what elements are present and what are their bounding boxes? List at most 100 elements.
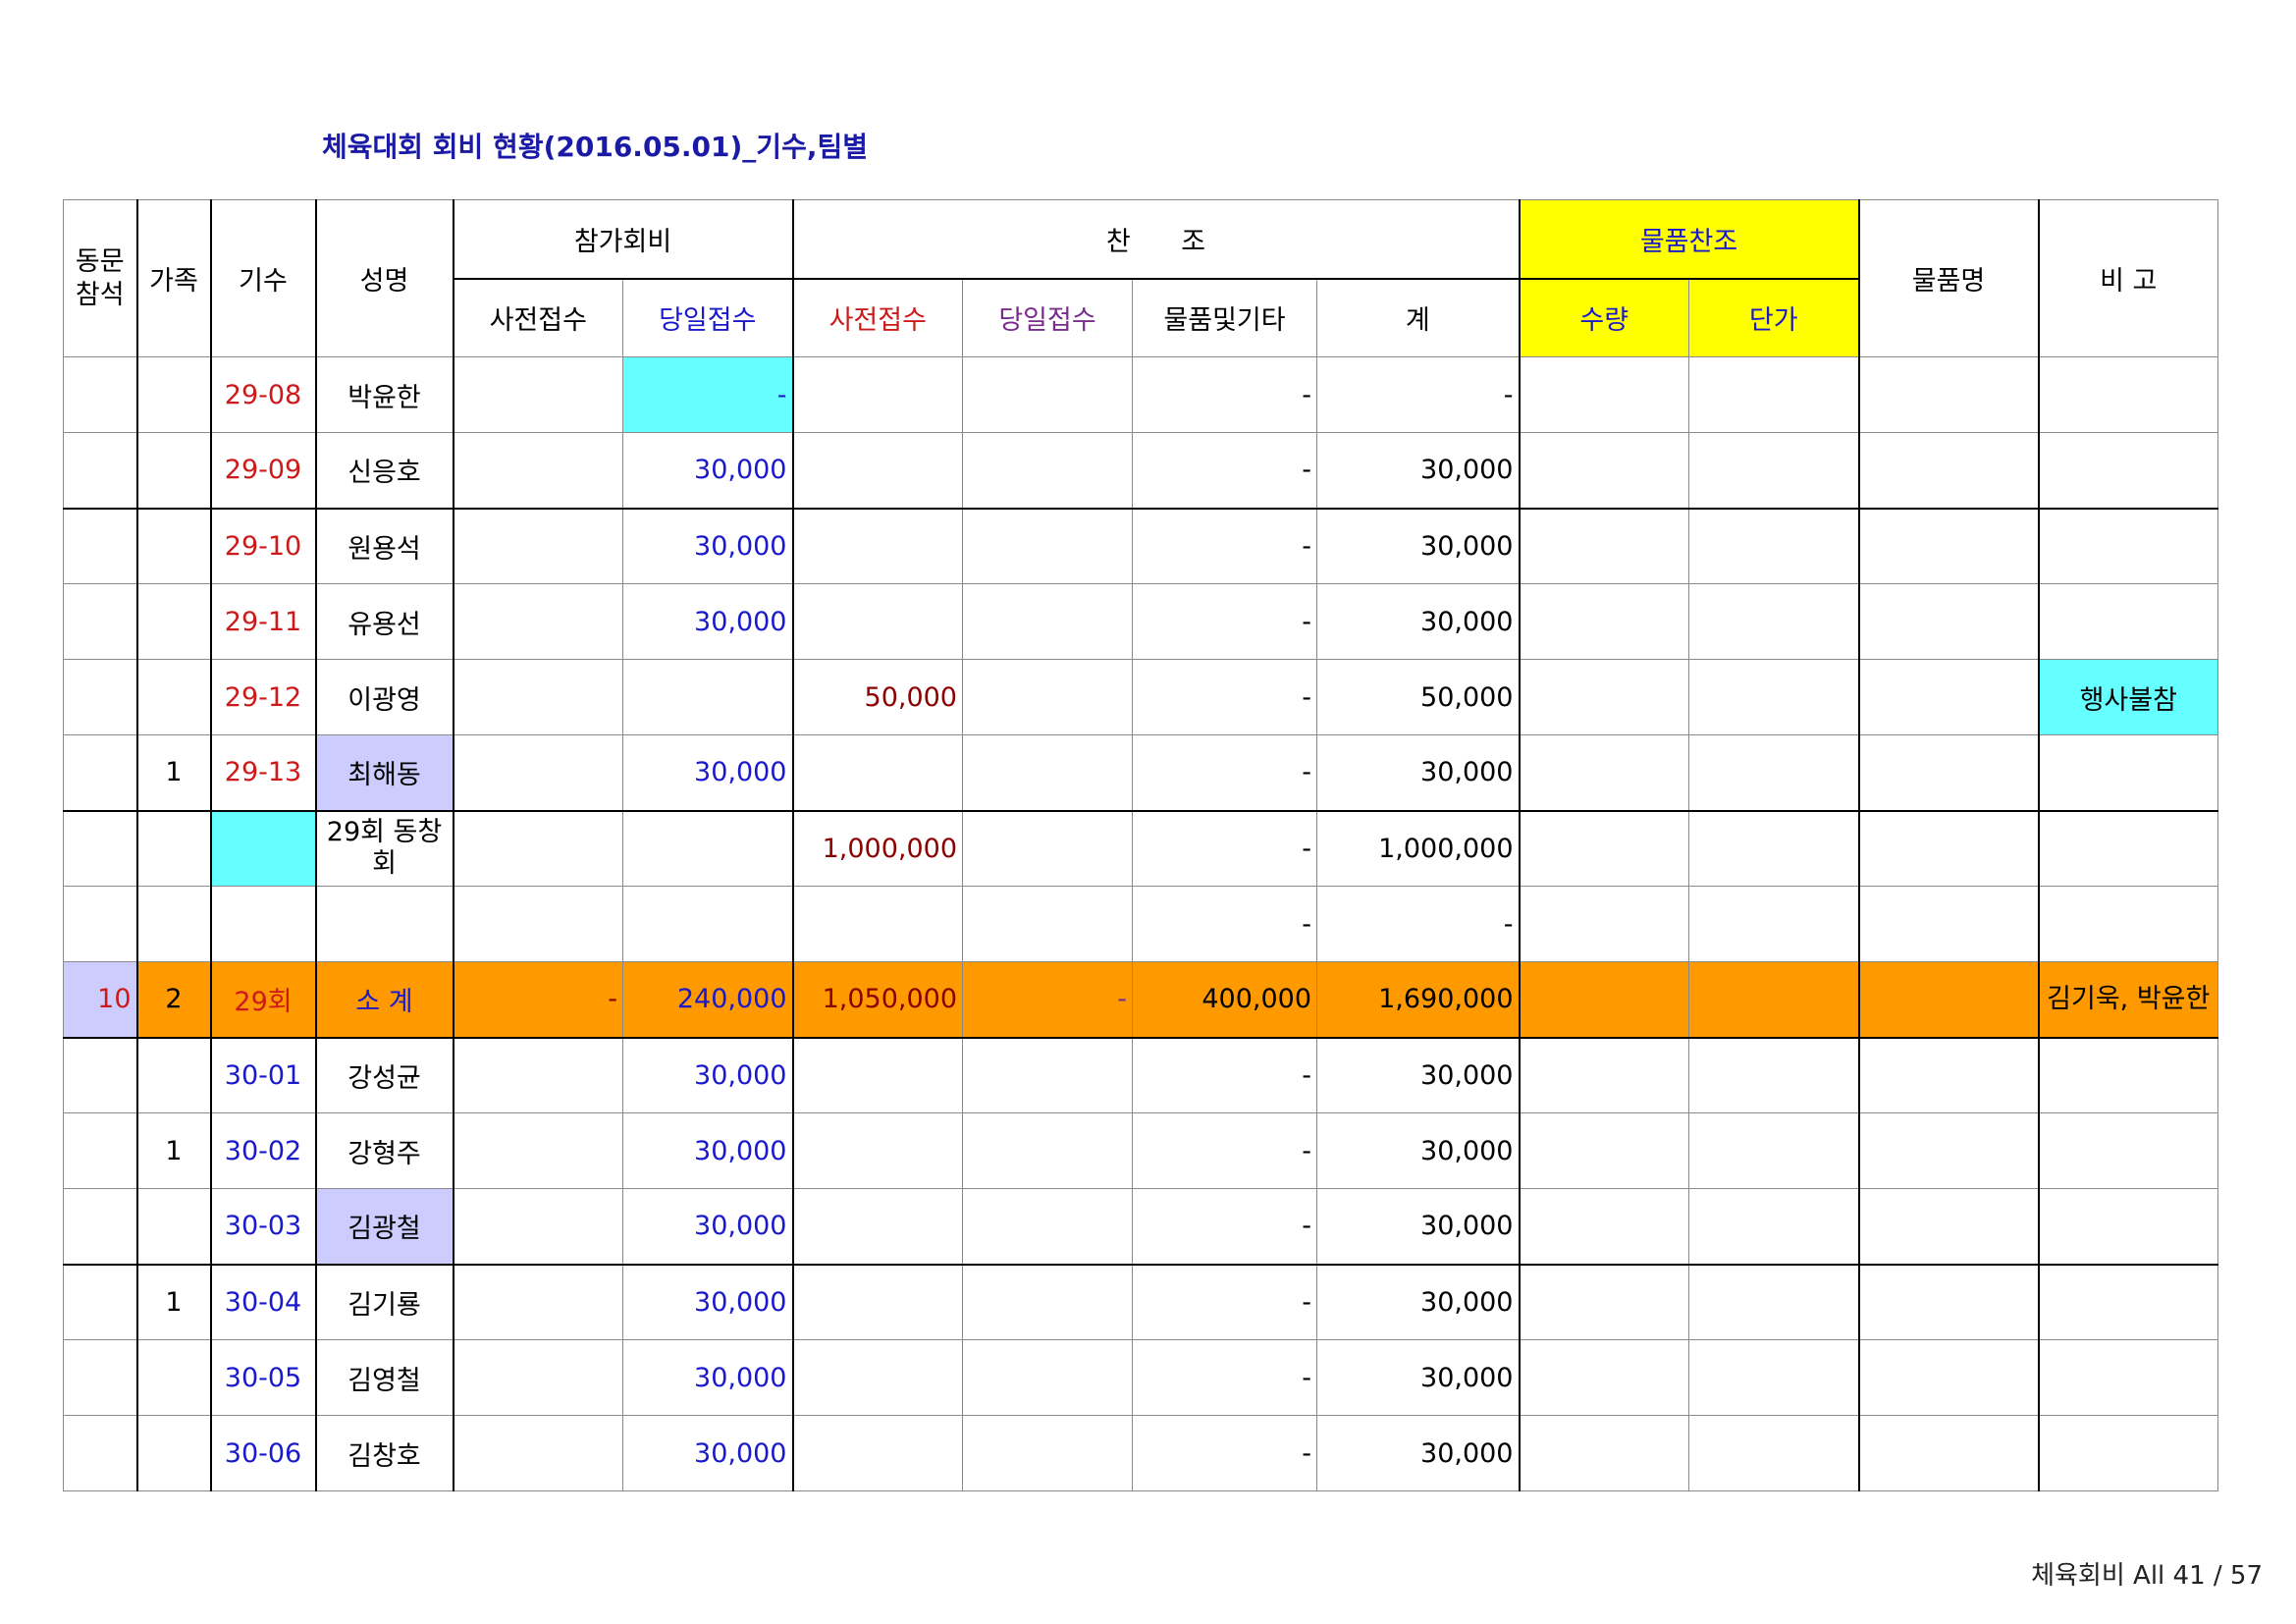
cell-total: 30,000 <box>1316 734 1521 812</box>
cell-cohort: 30-04 <box>210 1264 317 1340</box>
cell-attend <box>63 810 138 887</box>
table-row: 29-10 원용석 30,000-30,000 <box>63 508 2218 584</box>
table-row: 1 30-04 김기룡 30,000-30,000 <box>63 1264 2218 1340</box>
cell-qty <box>1519 961 1689 1039</box>
cell-total: - <box>1316 356 1521 433</box>
cell-price <box>1688 659 1860 735</box>
cell-attend <box>63 659 138 735</box>
cell-fee-day: 30,000 <box>622 1188 794 1266</box>
cell-fee-pre <box>453 583 623 660</box>
cell-price <box>1688 1264 1860 1340</box>
cell-cohort: 29-09 <box>210 432 317 510</box>
cell-goods-name <box>1858 1415 2040 1491</box>
cell-family <box>136 356 212 433</box>
cell-name: 김기룡 <box>315 1264 454 1340</box>
cell-family <box>136 1037 212 1113</box>
cell-price <box>1688 734 1860 812</box>
cell-sup-pre <box>792 1339 963 1416</box>
cell-name: 최해동 <box>315 734 454 812</box>
header-support-group: 찬 조 <box>792 199 1521 280</box>
table-row: 1 29-13 최해동 30,000-30,000 <box>63 734 2218 812</box>
cell-fee-pre <box>453 356 623 433</box>
cell-attend <box>63 734 138 812</box>
cell-attend <box>63 583 138 660</box>
cell-name: 유용선 <box>315 583 454 660</box>
cell-remarks: 김기욱, 박윤한 <box>2038 961 2218 1039</box>
cell-remarks <box>2038 1339 2218 1416</box>
cell-goods-name <box>1858 356 2040 433</box>
cell-attend <box>63 356 138 433</box>
cell-name: 김광철 <box>315 1188 454 1266</box>
cell-sup-goods: - <box>1132 886 1317 962</box>
cell-qty <box>1519 356 1689 433</box>
cell-attend <box>63 1415 138 1491</box>
cell-attend <box>63 1112 138 1189</box>
cell-qty <box>1519 432 1689 510</box>
cell-attend <box>63 1264 138 1340</box>
header-fee-group: 참가회비 <box>453 199 794 280</box>
cell-qty <box>1519 886 1689 962</box>
table-row: 29-08 박윤한 - - - <box>63 356 2218 433</box>
cell-total: 50,000 <box>1316 659 1521 735</box>
cell-total: 30,000 <box>1316 432 1521 510</box>
cell-attend <box>63 1037 138 1113</box>
cell-sup-goods: - <box>1132 1264 1317 1340</box>
header-price: 단가 <box>1688 278 1860 357</box>
header-cohort: 기수 <box>210 199 317 357</box>
cell-family: 1 <box>136 1264 212 1340</box>
cell-remarks: 행사불참 <box>2038 659 2218 735</box>
cell-goods-name <box>1858 1339 2040 1416</box>
table-row: 1 30-02 강형주 30,000-30,000 <box>63 1112 2218 1189</box>
cell-sup-pre: 50,000 <box>792 659 963 735</box>
cell-fee-pre <box>453 659 623 735</box>
cell-remarks <box>2038 583 2218 660</box>
cell-goods-name <box>1858 432 2040 510</box>
cell-total: 1,000,000 <box>1316 810 1521 887</box>
cell-goods-name <box>1858 734 2040 812</box>
cell-name: 원용석 <box>315 508 454 584</box>
cell-family <box>136 810 212 887</box>
cell-sup-day <box>962 1112 1133 1189</box>
cell-sup-pre: 1,050,000 <box>792 961 963 1039</box>
cell-remarks <box>2038 508 2218 584</box>
cell-fee-pre <box>453 432 623 510</box>
header-fee-pre: 사전접수 <box>453 278 623 357</box>
cell-price <box>1688 1415 1860 1491</box>
cell-qty <box>1519 659 1689 735</box>
cell-price <box>1688 432 1860 510</box>
cell-cohort <box>210 810 317 887</box>
cell-total: 30,000 <box>1316 1188 1521 1266</box>
cell-fee-day: 30,000 <box>622 1339 794 1416</box>
cell-sup-pre <box>792 508 963 584</box>
cell-name: 강형주 <box>315 1112 454 1189</box>
table-row: 29회 동창회 1,000,000-1,000,000 <box>63 810 2218 887</box>
cell-sup-pre <box>792 1264 963 1340</box>
cell-sup-goods: - <box>1132 1188 1317 1266</box>
cell-family <box>136 1339 212 1416</box>
fee-table: 동문 참석 가족 기수 성명 참가회비 찬 조 물품찬조 물품명 비 고 사전접… <box>63 199 2218 1491</box>
cell-fee-day: 30,000 <box>622 734 794 812</box>
header-sup-goods: 물품및기타 <box>1132 278 1317 357</box>
cell-goods-name <box>1858 583 2040 660</box>
subtotal-row: 10 2 29회 소 계 -240,000 1,050,000-400,000 1,690,… <box>63 961 2218 1039</box>
table-row: 30-01 강성균 30,000-30,000 <box>63 1037 2218 1113</box>
cell-family <box>136 432 212 510</box>
cell-fee-pre <box>453 1264 623 1340</box>
cell-fee-pre: - <box>453 961 623 1039</box>
cell-fee-pre <box>453 508 623 584</box>
header-attend: 동문 참석 <box>63 199 138 357</box>
cell-cohort: 29-13 <box>210 734 317 812</box>
header-goods-name: 물품명 <box>1858 199 2040 357</box>
table-row: -- <box>63 886 2218 962</box>
cell-sup-day <box>962 508 1133 584</box>
cell-qty <box>1519 1188 1689 1266</box>
cell-name: 소 계 <box>315 961 454 1039</box>
cell-total: 30,000 <box>1316 1339 1521 1416</box>
cell-fee-day <box>622 659 794 735</box>
cell-price <box>1688 1188 1860 1266</box>
cell-sup-goods: - <box>1132 432 1317 510</box>
header-family: 가족 <box>136 199 212 357</box>
table-row: 29-09 신응호 30,000-30,000 <box>63 432 2218 510</box>
cell-attend <box>63 432 138 510</box>
cell-qty <box>1519 583 1689 660</box>
